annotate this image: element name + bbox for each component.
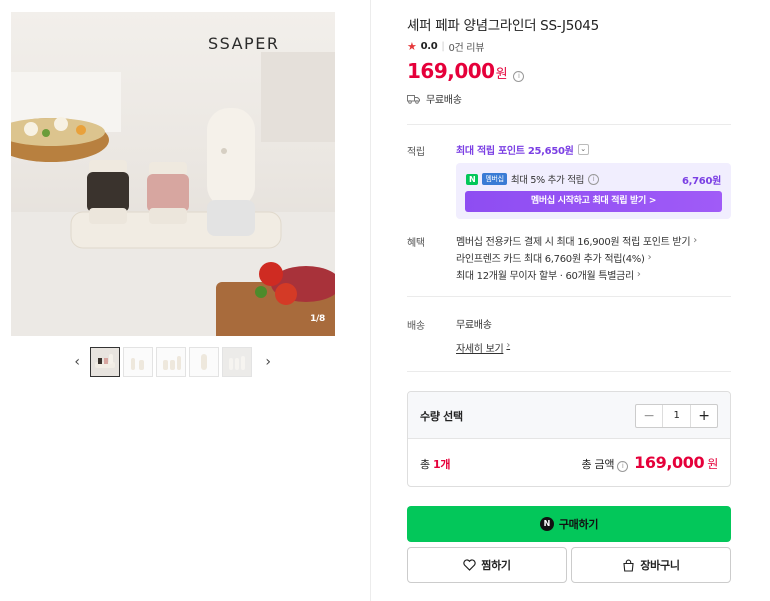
quantity-title: 수량 선택 xyxy=(420,410,463,423)
points-label: 적립 xyxy=(407,147,425,158)
product-photo xyxy=(11,12,335,336)
total-price: 169,000 xyxy=(634,453,705,472)
quantity-stepper: − 1 + xyxy=(635,404,718,428)
star-icon: ★ xyxy=(407,40,417,53)
info-icon[interactable]: i xyxy=(588,173,600,185)
shipping-summary: 무료배송 xyxy=(407,91,462,106)
truck-icon xyxy=(407,94,420,104)
chevron-down-icon[interactable]: ⌄ xyxy=(577,144,589,155)
price: 169,000 xyxy=(407,59,495,83)
thumbnail-image xyxy=(223,348,251,376)
benefit-item[interactable]: 최대 12개월 무이자 할부 · 60개월 특별금리 › xyxy=(456,267,641,282)
chevron-right-icon: › xyxy=(506,340,511,351)
benefit-item[interactable]: 멤버십 전용카드 결제 시 최대 16,900원 적립 포인트 받기 › xyxy=(456,233,697,248)
product-main-image[interactable]: SSAPER 1/8 xyxy=(11,12,335,336)
review-count-link[interactable]: 0건 리뷰 xyxy=(448,39,484,54)
thumbnail-4[interactable] xyxy=(189,347,219,377)
delivery-value: 무료배송 xyxy=(456,320,492,331)
brand-logo: SSAPER xyxy=(208,34,280,53)
chevron-right-icon: › xyxy=(647,252,652,263)
chevron-right-icon: › xyxy=(693,235,697,246)
cart-label: 장바구니 xyxy=(640,559,680,572)
membership-amount: 6,760원 xyxy=(681,176,721,187)
thumbnail-image xyxy=(91,348,119,376)
max-points-text: 최대 적립 포인트 25,650원 xyxy=(456,146,574,157)
total-count-value: 1개 xyxy=(433,458,451,471)
membership-start-button[interactable]: 멤버십 시작하고 최대 적립 받기 > xyxy=(465,191,722,212)
divider: | xyxy=(441,41,445,52)
chevron-right-icon[interactable]: › xyxy=(262,353,274,371)
benefit-text: 라인프렌즈 카드 최대 6,760원 추가 적립(4%) xyxy=(456,254,645,265)
chevron-right-icon: › xyxy=(636,269,641,280)
delivery-detail-text: 자세히 보기 xyxy=(456,344,504,355)
plus-button[interactable]: + xyxy=(691,405,717,427)
info-icon[interactable]: i xyxy=(617,461,629,472)
max-points[interactable]: 최대 적립 포인트 25,650원 ⌄ xyxy=(456,142,589,157)
total-count-prefix: 총 xyxy=(420,458,430,471)
membership-text: 최대 5% 추가 적립 xyxy=(510,175,585,186)
benefit-text: 최대 12개월 무이자 할부 · 60개월 특별금리 xyxy=(456,271,634,282)
buy-label: 구매하기 xyxy=(558,518,599,531)
total-price-label: 총 금액 xyxy=(581,458,615,471)
product-title: 셰퍼 페파 양념그라인더 SS-J5045 xyxy=(407,18,599,34)
total-count: 총 1개 xyxy=(420,456,451,472)
shipping-text: 무료배송 xyxy=(426,95,462,106)
image-counter: 1/8 xyxy=(310,314,325,324)
divider xyxy=(407,124,731,125)
benefits-label: 혜택 xyxy=(407,238,425,249)
quantity-input[interactable]: 1 xyxy=(662,405,691,427)
wishlist-button[interactable]: 찜하기 xyxy=(407,547,567,583)
thumbnail-1[interactable] xyxy=(90,347,120,377)
thumbnail-3[interactable] xyxy=(156,347,186,377)
thumbnail-strip xyxy=(90,347,255,379)
thumbnail-image xyxy=(157,348,185,376)
benefit-text: 멤버십 전용카드 결제 시 최대 16,900원 적립 포인트 받기 xyxy=(456,237,691,248)
shopping-bag-icon xyxy=(623,559,634,572)
quantity-header: 수량 선택 − 1 + xyxy=(408,392,730,439)
thumbnail-image xyxy=(124,348,152,376)
minus-button[interactable]: − xyxy=(636,405,662,427)
buy-button[interactable]: N 구매하기 xyxy=(407,506,731,542)
divider xyxy=(407,371,731,372)
total-price-unit: 원 xyxy=(707,457,718,471)
delivery-label: 배송 xyxy=(407,321,425,332)
thumbnail-2[interactable] xyxy=(123,347,153,377)
membership-badge: 멤버십 xyxy=(482,173,507,185)
price-unit: 원 xyxy=(495,67,508,82)
column-divider xyxy=(370,0,371,601)
thumbnail-image xyxy=(190,348,218,376)
membership-box: N 멤버십 최대 5% 추가 적립 i 6,760원 멤버십 시작하고 최대 적… xyxy=(456,163,731,219)
delivery-detail-link[interactable]: 자세히 보기 › xyxy=(456,340,510,355)
wishlist-label: 찜하기 xyxy=(481,559,511,572)
quantity-box: 수량 선택 − 1 + 총 1개 총 금액 i 169,000 원 xyxy=(407,391,731,487)
heart-icon xyxy=(463,559,476,571)
benefit-item[interactable]: 라인프렌즈 카드 최대 6,760원 추가 적립(4%) › xyxy=(456,250,652,265)
npay-icon: N xyxy=(539,517,554,531)
chevron-left-icon[interactable]: ‹ xyxy=(71,353,83,371)
info-icon[interactable]: i xyxy=(513,71,525,82)
cart-button[interactable]: 장바구니 xyxy=(571,547,731,583)
thumbnail-5[interactable] xyxy=(222,347,252,377)
price-row: 169,000 원 i xyxy=(407,59,525,83)
total-price-row: 총 금액 i 169,000 원 xyxy=(581,453,718,472)
rating-row: ★ 0.0 | 0건 리뷰 xyxy=(407,39,484,54)
naver-badge: N xyxy=(466,173,479,185)
membership-info: N 멤버십 최대 5% 추가 적립 i xyxy=(466,172,600,186)
divider xyxy=(407,296,731,297)
rating-score: 0.0 xyxy=(420,41,438,52)
